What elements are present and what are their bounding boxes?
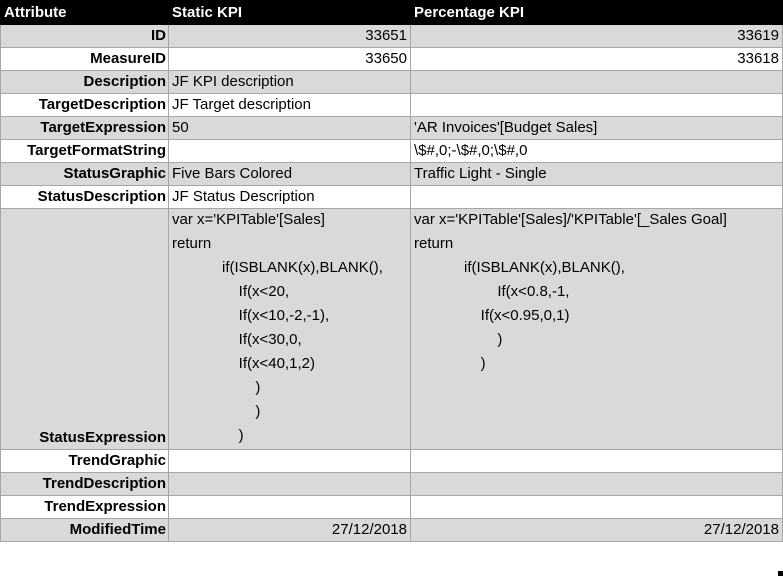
static-trend-graphic[interactable] (168, 449, 411, 473)
row-measure-id: MeasureID 33650 33618 (0, 47, 783, 71)
label-status-description[interactable]: StatusDescription (0, 185, 169, 209)
code-line: var x='KPITable'[Sales] (172, 211, 325, 228)
label-description[interactable]: Description (0, 70, 169, 94)
percentage-target-format-string[interactable]: \$#,0;-\$#,0;\$#,0 (410, 139, 783, 163)
code-line: ) (414, 355, 486, 372)
row-trend-expression: TrendExpression (0, 495, 783, 519)
code-line: If(x<0.8,-1, (414, 283, 570, 300)
label-target-format-string[interactable]: TargetFormatString (0, 139, 169, 163)
code-line: return (172, 235, 212, 252)
label-status-expression[interactable]: StatusExpression (0, 208, 169, 450)
static-measure-id[interactable]: 33650 (168, 47, 411, 71)
row-status-graphic: StatusGraphic Five Bars Colored Traffic … (0, 162, 783, 186)
code-line: var x='KPITable'[Sales]/'KPITable'[_Sale… (414, 211, 727, 228)
code-line: If(x<0.95,0,1) (414, 307, 570, 324)
percentage-target-description[interactable] (410, 93, 783, 117)
code-line: If(x<30,0, (172, 331, 302, 348)
header-percentage-kpi[interactable]: Percentage KPI (410, 0, 783, 25)
percentage-measure-id[interactable]: 33618 (410, 47, 783, 71)
static-modified-time[interactable]: 27/12/2018 (168, 518, 411, 542)
code-line: If(x<10,-2,-1), (172, 307, 330, 324)
percentage-trend-description[interactable] (410, 472, 783, 496)
static-description[interactable]: JF KPI description (168, 70, 411, 94)
code-line: ) (172, 427, 244, 444)
row-id: ID 33651 33619 (0, 24, 783, 48)
header-attribute[interactable]: Attribute (0, 0, 169, 25)
static-target-expression[interactable]: 50 (168, 116, 411, 140)
row-target-expression: TargetExpression 50 'AR Invoices'[Budget… (0, 116, 783, 140)
row-trend-description: TrendDescription (0, 472, 783, 496)
static-status-expression[interactable]: var x='KPITable'[Sales] return if(ISBLAN… (168, 208, 411, 450)
percentage-target-expression[interactable]: 'AR Invoices'[Budget Sales] (410, 116, 783, 140)
row-target-format-string: TargetFormatString \$#,0;-\$#,0;\$#,0 (0, 139, 783, 163)
percentage-status-description[interactable] (410, 185, 783, 209)
row-target-description: TargetDescription JF Target description (0, 93, 783, 117)
row-trend-graphic: TrendGraphic (0, 449, 783, 473)
percentage-status-graphic[interactable]: Traffic Light - Single (410, 162, 783, 186)
label-id[interactable]: ID (0, 24, 169, 48)
code-line: if(ISBLANK(x),BLANK(), (414, 259, 625, 276)
percentage-status-expression[interactable]: var x='KPITable'[Sales]/'KPITable'[_Sale… (410, 208, 783, 450)
percentage-trend-graphic[interactable] (410, 449, 783, 473)
label-trend-expression[interactable]: TrendExpression (0, 495, 169, 519)
percentage-modified-time[interactable]: 27/12/2018 (410, 518, 783, 542)
label-modified-time[interactable]: ModifiedTime (0, 518, 169, 542)
kpi-attribute-table: Attribute Static KPI Percentage KPI ID 3… (0, 0, 783, 542)
label-status-graphic[interactable]: StatusGraphic (0, 162, 169, 186)
percentage-id[interactable]: 33619 (410, 24, 783, 48)
code-line: if(ISBLANK(x),BLANK(), (172, 259, 383, 276)
static-target-format-string[interactable] (168, 139, 411, 163)
code-line: If(x<40,1,2) (172, 355, 315, 372)
static-trend-expression[interactable] (168, 495, 411, 519)
label-trend-description[interactable]: TrendDescription (0, 472, 169, 496)
row-description: Description JF KPI description (0, 70, 783, 94)
code-line: return (414, 235, 454, 252)
code-line: ) (414, 331, 503, 348)
label-trend-graphic[interactable]: TrendGraphic (0, 449, 169, 473)
row-modified-time: ModifiedTime 27/12/2018 27/12/2018 (0, 518, 783, 542)
code-line: If(x<20, (172, 283, 290, 300)
code-line: ) (172, 379, 261, 396)
percentage-trend-expression[interactable] (410, 495, 783, 519)
static-id[interactable]: 33651 (168, 24, 411, 48)
header-row: Attribute Static KPI Percentage KPI (0, 0, 783, 25)
code-line: ) (172, 403, 261, 420)
static-status-graphic[interactable]: Five Bars Colored (168, 162, 411, 186)
static-target-description[interactable]: JF Target description (168, 93, 411, 117)
label-measure-id[interactable]: MeasureID (0, 47, 169, 71)
row-status-description: StatusDescription JF Status Description (0, 185, 783, 209)
static-status-description[interactable]: JF Status Description (168, 185, 411, 209)
header-static-kpi[interactable]: Static KPI (168, 0, 411, 25)
label-target-description[interactable]: TargetDescription (0, 93, 169, 117)
percentage-description[interactable] (410, 70, 783, 94)
static-trend-description[interactable] (168, 472, 411, 496)
label-target-expression[interactable]: TargetExpression (0, 116, 169, 140)
selection-fill-handle[interactable] (778, 571, 783, 576)
row-status-expression: StatusExpression var x='KPITable'[Sales]… (0, 208, 783, 450)
